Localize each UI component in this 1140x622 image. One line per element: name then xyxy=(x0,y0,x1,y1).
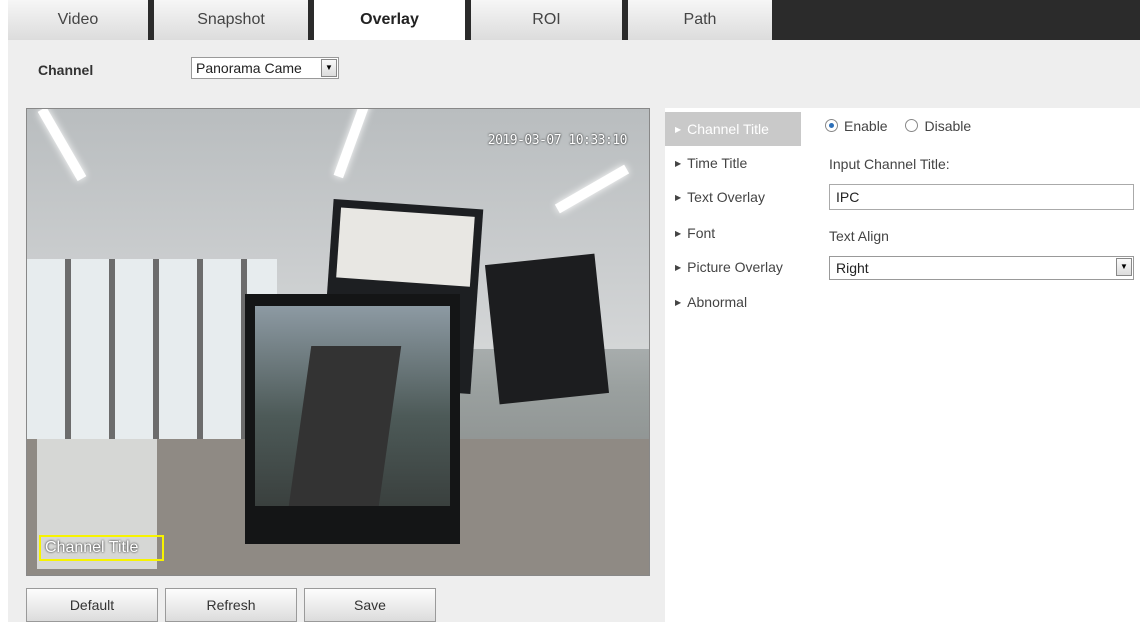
channel-label: Channel xyxy=(38,62,94,78)
scene-monitor-right xyxy=(484,253,610,405)
channel-title-overlay-box[interactable]: Channel Title xyxy=(39,535,164,561)
tab-roi[interactable]: ROI xyxy=(471,0,628,40)
enable-radio[interactable] xyxy=(825,119,838,132)
save-button[interactable]: Save xyxy=(304,588,436,622)
overlay-menu: ▶ Channel Title ▶ Time Title ▶ Text Overlay… xyxy=(665,108,801,622)
menu-item-abnormal[interactable]: ▶ Abnormal xyxy=(665,285,801,319)
tab-video[interactable]: Video xyxy=(8,0,154,40)
menu-item-font[interactable]: ▶ Font xyxy=(665,216,801,250)
refresh-button[interactable]: Refresh xyxy=(165,588,297,622)
overlay-settings-page: Video Snapshot Overlay ROI Path Channel … xyxy=(8,0,1140,622)
video-preview: 2019-03-07 10:33:10 Channel Title xyxy=(26,108,650,576)
caret-right-icon: ▶ xyxy=(675,125,682,134)
enable-radio-group: Enable Disable xyxy=(825,118,985,134)
text-align-select[interactable]: Right ▼ xyxy=(829,256,1134,280)
scene-windows xyxy=(27,259,277,449)
tab-overlay[interactable]: Overlay xyxy=(314,0,471,40)
chevron-down-icon[interactable]: ▼ xyxy=(1116,258,1132,276)
menu-item-text-overlay[interactable]: ▶ Text Overlay xyxy=(665,180,801,214)
tab-snapshot[interactable]: Snapshot xyxy=(154,0,314,40)
chevron-down-icon[interactable]: ▼ xyxy=(321,59,337,77)
caret-right-icon: ▶ xyxy=(675,159,682,168)
caret-right-icon: ▶ xyxy=(675,229,682,238)
disable-radio[interactable] xyxy=(905,119,919,132)
scene-monitor-front xyxy=(245,294,460,544)
disable-label: Disable xyxy=(924,118,972,134)
menu-item-channel-title[interactable]: ▶ Channel Title xyxy=(665,112,801,146)
text-align-value: Right xyxy=(836,260,869,276)
time-title-overlay: 2019-03-07 10:33:10 xyxy=(487,133,628,148)
channel-select-value: Panorama Came xyxy=(196,60,302,76)
menu-item-time-title[interactable]: ▶ Time Title xyxy=(665,146,801,180)
enable-label: Enable xyxy=(844,118,888,134)
channel-title-input[interactable]: IPC xyxy=(829,184,1134,210)
caret-right-icon: ▶ xyxy=(675,263,682,272)
menu-item-picture-overlay[interactable]: ▶ Picture Overlay xyxy=(665,250,801,284)
channel-title-panel: Enable Disable Input Channel Title: IPC … xyxy=(801,108,1140,622)
channel-select[interactable]: Panorama Came ▼ xyxy=(191,57,339,79)
default-button[interactable]: Default xyxy=(26,588,158,622)
caret-right-icon: ▶ xyxy=(675,298,682,307)
caret-right-icon: ▶ xyxy=(675,193,682,202)
input-channel-title-label: Input Channel Title: xyxy=(829,156,950,172)
text-align-label: Text Align xyxy=(829,228,889,244)
tab-bar: Video Snapshot Overlay ROI Path xyxy=(8,0,1140,40)
tab-path[interactable]: Path xyxy=(628,0,778,40)
